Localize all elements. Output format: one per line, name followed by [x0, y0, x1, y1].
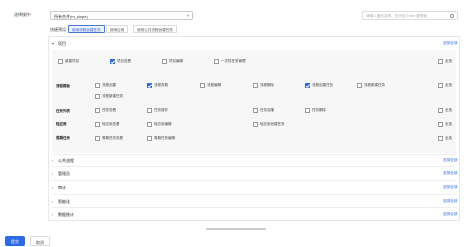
group-label-task-list: 任务列表: [56, 109, 70, 113]
perm-select-all: 全选: [445, 108, 452, 112]
submit-button[interactable]: 提交: [5, 236, 25, 246]
select-all-audit[interactable]: 选择全部: [443, 185, 457, 190]
perm-onetime-task: 一次性任务管理: [221, 59, 246, 63]
perm-periodic-view: 周期任务查看: [102, 136, 123, 140]
section-title-project: 项目: [58, 41, 66, 46]
perm-edit-project: 项目编辑: [169, 59, 183, 63]
section-title-public-flow[interactable]: 公共流程: [58, 158, 74, 164]
checkbox-icon[interactable]: [357, 83, 362, 88]
perm-task-operate: 任务操作: [154, 108, 168, 112]
chevron-right-icon[interactable]: ›: [52, 171, 53, 176]
perm-app-create-task: 轻应用创建任务: [260, 122, 285, 126]
select-all-public-flow[interactable]: 选择全部: [443, 158, 457, 163]
divider: [52, 207, 456, 208]
search-input[interactable]: 请输入操作名称，仅可含 Enter 键搜索: [362, 11, 458, 20]
section-title-audit[interactable]: 审计: [58, 185, 66, 191]
preset-public-flow-task[interactable]: 使用公共流程创建任务: [133, 25, 177, 33]
checkbox-icon[interactable]: [147, 122, 152, 127]
checkbox-icon[interactable]: [438, 136, 443, 141]
cancel-button[interactable]: 取消: [30, 236, 50, 246]
select-all-statistics[interactable]: 选择全部: [443, 212, 457, 217]
chevron-right-icon[interactable]: ›: [52, 185, 53, 190]
perm-select-all: 全选: [445, 122, 452, 126]
checkbox-icon[interactable]: [95, 136, 100, 141]
perm-app-view: 轻应用查看: [102, 122, 120, 126]
chevron-down-icon: ▾: [186, 13, 189, 18]
horizontal-scrollbar[interactable]: [206, 228, 266, 230]
checkbox-icon[interactable]: [253, 122, 258, 127]
checkbox-icon[interactable]: [253, 108, 258, 113]
perm-create-project: 新建项目: [65, 59, 79, 63]
checkbox-icon[interactable]: [162, 59, 167, 64]
perm-periodic-edit: 周期任务编辑: [154, 136, 175, 140]
section-title-statistics[interactable]: 数据统计: [58, 212, 74, 218]
select-all-admin[interactable]: 选择全部: [443, 171, 457, 176]
checkbox-icon[interactable]: [147, 136, 152, 141]
preset-label: 快捷预设:: [50, 27, 68, 32]
required-mark: *: [30, 12, 32, 17]
perm-flow-edit: 流程编辑: [207, 83, 221, 87]
section-title-intelligence[interactable]: 智能化: [58, 199, 70, 205]
chevron-down-icon[interactable]: ▾: [52, 41, 54, 46]
group-label-light-app: 轻应用: [56, 122, 67, 126]
checkbox-icon[interactable]: [214, 59, 219, 64]
chevron-right-icon[interactable]: ›: [52, 212, 53, 217]
checkbox-icon[interactable]: [58, 59, 63, 64]
checkbox-icon[interactable]: [95, 108, 100, 113]
checkbox-icon[interactable]: [438, 83, 443, 88]
divider: [52, 166, 456, 167]
preset-flow-task[interactable]: 使用流程创建任务: [68, 25, 105, 33]
operation-select[interactable]: 所有合并(m_slope) ▾: [50, 11, 193, 20]
perm-select-all: 全选: [445, 136, 452, 140]
checkbox-icon[interactable]: [438, 122, 443, 127]
perm-task-clone: 任务克隆: [260, 108, 274, 112]
checkbox-icon[interactable]: [200, 83, 205, 88]
perm-flow-create-task: 流程创建任务: [312, 83, 333, 87]
group-label-flow-template: 流程模板: [56, 84, 70, 88]
chevron-right-icon[interactable]: ›: [52, 158, 53, 163]
preset-app[interactable]: 使用应用: [106, 25, 129, 33]
select-all-project[interactable]: 选择全部: [443, 41, 457, 46]
select-operation-label: 选择操作*: [14, 12, 32, 18]
perm-select-all: 全选: [445, 83, 452, 87]
checkbox-icon[interactable]: [305, 108, 310, 113]
perm-app-edit: 轻应用编辑: [154, 122, 172, 126]
checkbox-icon[interactable]: [95, 122, 100, 127]
perm-flow-new-task: 流程新建任务: [364, 83, 385, 87]
perm-task-delete: 任务删除: [312, 108, 326, 112]
perm-flow-create: 流程创建: [102, 83, 116, 87]
chevron-right-icon[interactable]: ›: [52, 199, 53, 204]
perm-select-all: 全选: [445, 59, 452, 63]
checkbox-icon[interactable]: [95, 94, 100, 99]
divider: [52, 154, 456, 155]
checkbox-icon[interactable]: [305, 83, 310, 88]
perm-task-view: 任务查看: [102, 108, 116, 112]
perm-view-project: 项目查看: [117, 59, 131, 63]
checkbox-icon[interactable]: [147, 108, 152, 113]
perm-flow-view: 流程查看: [154, 83, 168, 87]
group-label-periodic-task: 周期任务: [56, 136, 70, 140]
divider: [52, 180, 456, 181]
perm-flow-delete: 流程删除: [260, 83, 274, 87]
divider: [52, 194, 456, 195]
checkbox-icon[interactable]: [438, 108, 443, 113]
operation-select-value: 所有合并(m_slope): [54, 13, 88, 19]
select-operation-label-text: 选择操作: [14, 12, 30, 17]
checkbox-icon[interactable]: [95, 83, 100, 88]
select-all-intelligence[interactable]: 选择全部: [443, 199, 457, 204]
search-placeholder: 请输入操作名称，仅可含 Enter 键搜索: [366, 14, 427, 18]
checkbox-icon[interactable]: [110, 59, 115, 64]
checkbox-icon[interactable]: [438, 59, 443, 64]
perm-flow-new-task-2: 流程新建任务: [102, 94, 123, 98]
search-icon: [450, 13, 454, 18]
section-title-admin[interactable]: 管理员: [58, 171, 70, 177]
checkbox-icon[interactable]: [147, 83, 152, 88]
checkbox-icon[interactable]: [253, 83, 258, 88]
